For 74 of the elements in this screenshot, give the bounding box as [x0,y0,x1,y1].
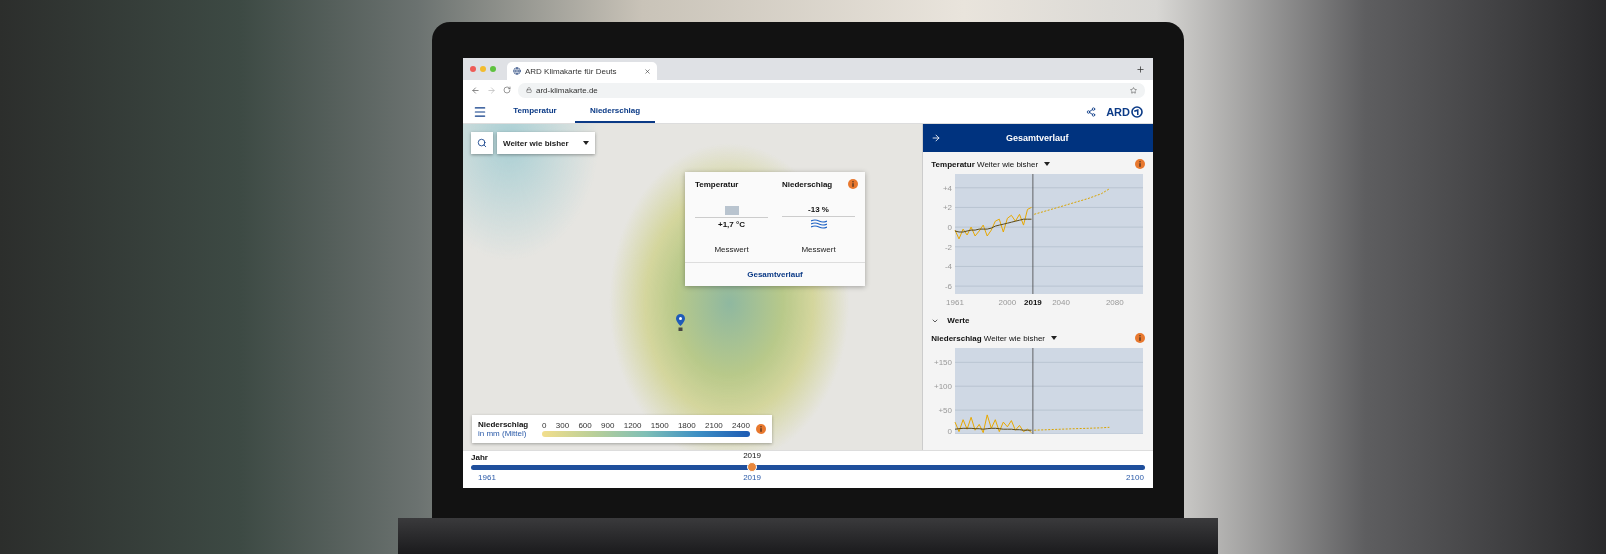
info-icon[interactable] [1135,159,1145,169]
tick-label: 1961 [946,298,965,307]
note-text: Messwert [801,245,836,254]
value-text: -13 % [808,205,829,214]
tick-label: 0 [947,223,953,233]
column-title: Niederschlag [782,180,833,189]
caret-icon [1051,336,1057,340]
bar-icon [724,205,739,215]
logo-icon [1131,105,1143,118]
search-icon [477,138,487,148]
lock-icon [526,87,532,93]
tick-label: 2019 [1024,298,1043,307]
info-icon[interactable] [1135,333,1145,343]
tick-label: +50 [938,406,953,416]
tick-label: -6 [945,282,953,292]
logo-text: ARD [1106,105,1130,118]
caret-icon [583,141,589,145]
overview-link[interactable]: Gesamtverlauf [685,262,865,286]
star-icon[interactable] [1130,86,1137,94]
note-text: Messwert [714,245,749,254]
info-icon[interactable] [848,179,858,189]
tick-label: +4 [943,183,953,193]
tick-label: 2080 [1106,298,1125,307]
tick-label: 2000 [998,298,1017,307]
caret-icon [1044,162,1051,166]
chart-dropdown[interactable]: Niederschlag Weiter wie bisher [931,333,1057,343]
value-text: +1,7 °C [718,219,745,229]
values-toggle[interactable]: Werte [931,315,970,326]
nav-tab[interactable]: Temperatur [495,100,575,123]
panel-title: Gesamtverlauf [1004,133,1070,143]
scale-label: 1200 [623,421,642,430]
scale-label: 1800 [677,421,696,430]
tick-label: +100 [934,382,953,392]
start-year: 1961 [478,473,496,482]
map-placeholder[interactable]: Weiter wie bisher Temperatur +1,7 °C Messwert Niederschlag -13 % Messwert Gesamtverlauf Niederschlag in mm (Mittel) 0 300 600 900 1200 1500 1800 2100 2400 [463,124,923,450]
search-button[interactable] [471,132,493,154]
scale-label: 600 [578,421,592,430]
share-icon[interactable] [1086,106,1097,117]
scale-label: 2100 [705,421,723,430]
arrow-icon[interactable] [931,133,942,143]
selected-year: 2019 [743,451,761,460]
scale-label: 1500 [650,421,669,430]
tick-label: +2 [943,203,953,213]
timeline-label: Jahr [471,453,488,462]
address-field[interactable]: ard-klimakarte.de [518,82,1145,98]
info-icon[interactable] [756,424,766,434]
menu-icon[interactable] [473,104,487,119]
chart-dropdown[interactable]: Temperatur Weiter wie bisher [931,159,1051,169]
scenario-dropdown[interactable]: Weiter wie bisher [497,132,595,154]
map-pin-icon[interactable] [676,314,685,332]
tick-label: +150 [934,358,953,368]
tick-label: -2 [945,242,953,252]
current-year: 2019 [743,473,761,482]
globe-icon [513,67,521,75]
tick-label: 2040 [1052,298,1071,307]
tick-label: 0 [947,426,953,434]
scale-label: 900 [601,421,615,430]
waves-icon [810,219,827,229]
timeline-track[interactable] [471,465,1145,470]
reload-icon[interactable] [503,86,511,94]
end-year: 2100 [1126,473,1144,482]
close-icon[interactable] [644,67,651,75]
tick-label: -4 [945,262,953,272]
scale-label: 300 [555,421,570,430]
timeline-thumb[interactable] [747,462,758,472]
legend-title: Niederschlag [478,420,530,429]
browser-tab[interactable]: ARD Klimakarte für Deuts [507,62,657,80]
legend-subtitle: in mm (Mittel) [478,429,528,438]
scale-label: 0 [542,421,547,430]
back-icon[interactable] [471,85,480,95]
window-controls-icon[interactable] [469,65,499,73]
column-title: Temperatur [695,180,739,189]
plus-icon[interactable] [1136,64,1145,74]
scale-label: 2400 [732,421,750,430]
